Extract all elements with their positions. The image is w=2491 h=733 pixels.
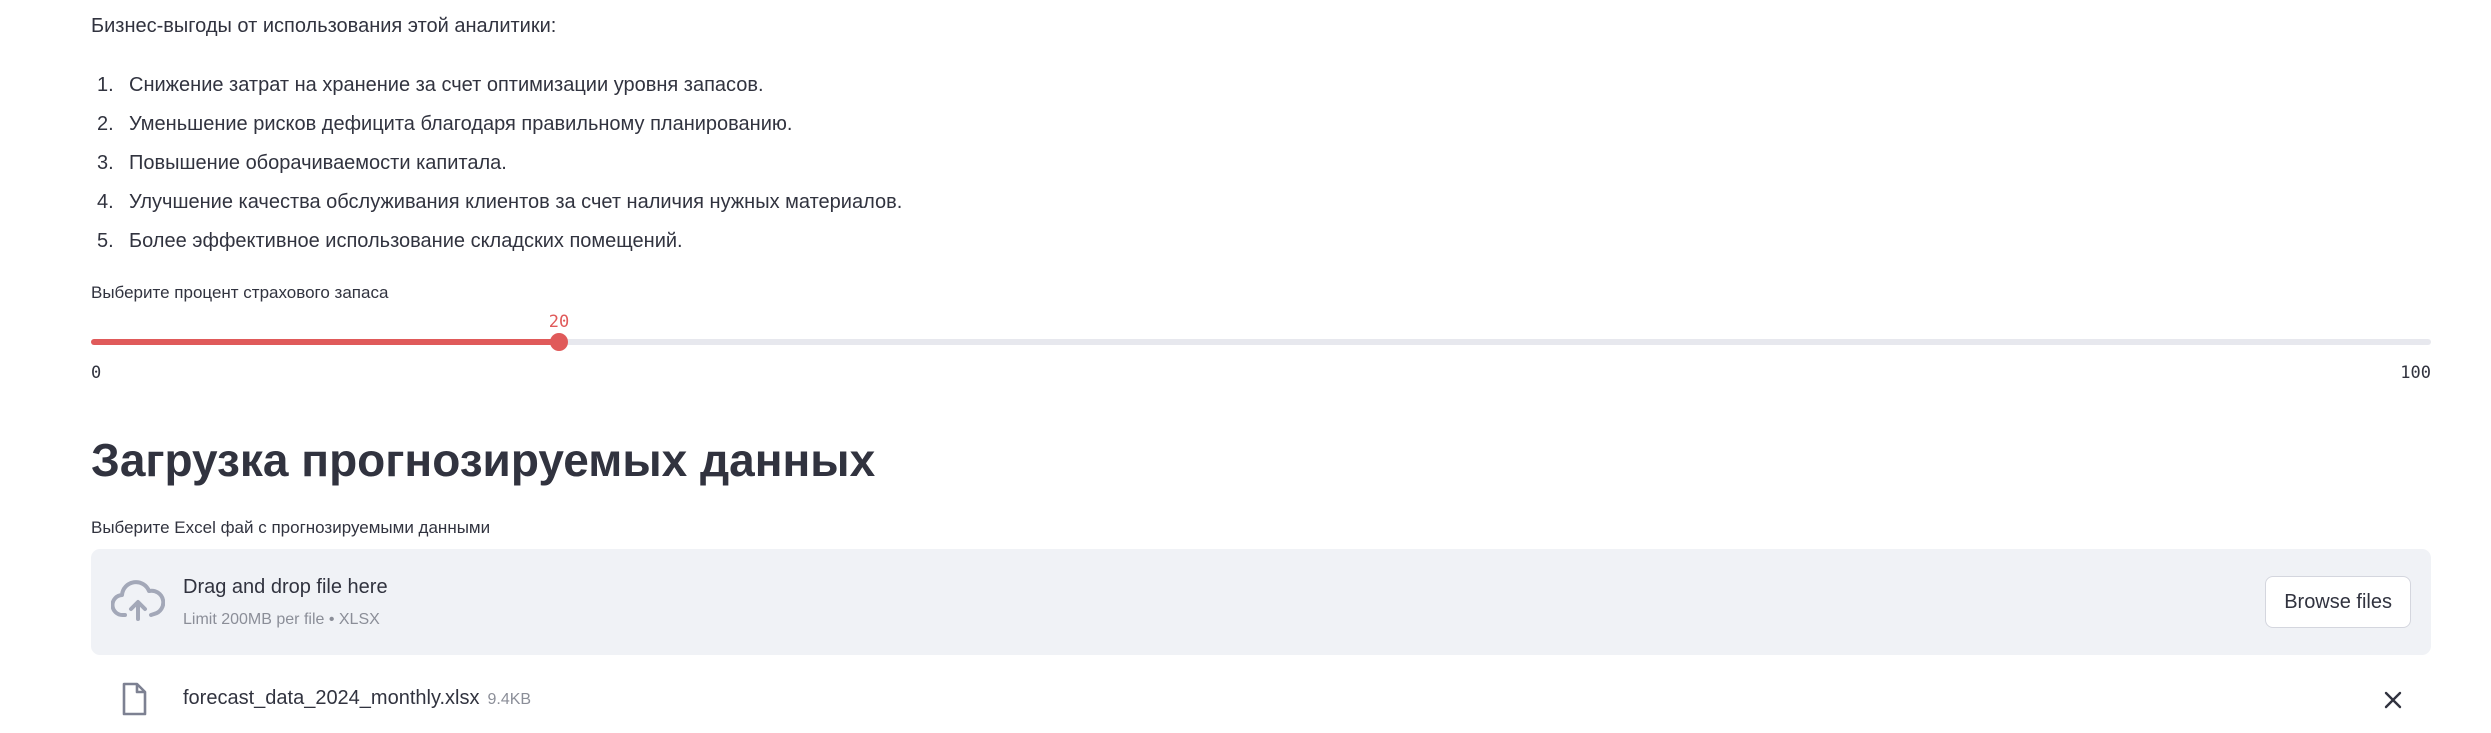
list-item: 3. Повышение оборачиваемости капитала. (91, 144, 902, 183)
close-icon[interactable] (2379, 686, 2407, 714)
list-item-number: 4. (97, 191, 114, 213)
list-item-number: 5. (97, 230, 114, 252)
safety-stock-slider-label: Выберите процент страхового запаса (91, 283, 389, 302)
slider-min-value: 0 (91, 363, 102, 383)
dropzone-title: Drag and drop file here (183, 576, 388, 598)
slider-fill (91, 339, 559, 345)
slider-max-value: 100 (2400, 363, 2431, 383)
list-item-text: Повышение оборачиваемости капитала. (129, 152, 507, 174)
list-item-text: Снижение затрат на хранение за счет опти… (129, 74, 764, 96)
uploaded-file-row: forecast_data_2024_monthly.xlsx 9.4KB (91, 676, 2431, 720)
list-item-number: 2. (97, 113, 114, 135)
file-name-text: forecast_data_2024_monthly.xlsx (183, 687, 480, 709)
slider-track[interactable] (91, 339, 2431, 345)
file-uploader-label: Выберите Excel фай с прогнозируемыми дан… (91, 518, 491, 537)
file-size: 9.4KB (487, 691, 532, 708)
browse-files-button[interactable]: Browse files (2265, 576, 2411, 628)
list-item: 2. Уменьшение рисков дефицита благодаря … (91, 105, 902, 144)
slider-thumb[interactable] (550, 333, 568, 351)
list-item-text: Более эффективное использование складски… (129, 230, 683, 252)
safety-stock-slider[interactable]: 20 0 100 (91, 312, 2431, 388)
main-content: Бизнес-выгоды от использования этой анал… (91, 0, 2431, 733)
uploaded-file-name: forecast_data_2024_monthly.xlsx 9.4KB (183, 684, 531, 714)
slider-current-value: 20 (548, 312, 570, 332)
section-title: Загрузка прогнозируемых данных (91, 434, 876, 486)
list-item-text: Уменьшение рисков дефицита благодаря пра… (129, 113, 793, 135)
benefits-list: 1. Снижение затрат на хранение за счет о… (91, 66, 902, 261)
list-item-text: Улучшение качества обслуживания клиентов… (129, 191, 903, 213)
dropzone-hint: Limit 200MB per file • XLSX (183, 611, 380, 628)
list-item: 4. Улучшение качества обслуживания клиен… (91, 183, 902, 222)
file-icon (121, 682, 147, 716)
list-item: 5. Более эффективное использование склад… (91, 222, 902, 261)
file-dropzone[interactable]: Drag and drop file here Limit 200MB per … (91, 549, 2431, 655)
list-item-number: 1. (97, 74, 114, 96)
benefits-intro: Бизнес-выгоды от использования этой анал… (91, 15, 557, 37)
list-item-number: 3. (97, 152, 114, 174)
cloud-upload-icon (110, 579, 166, 625)
list-item: 1. Снижение затрат на хранение за счет о… (91, 66, 902, 105)
